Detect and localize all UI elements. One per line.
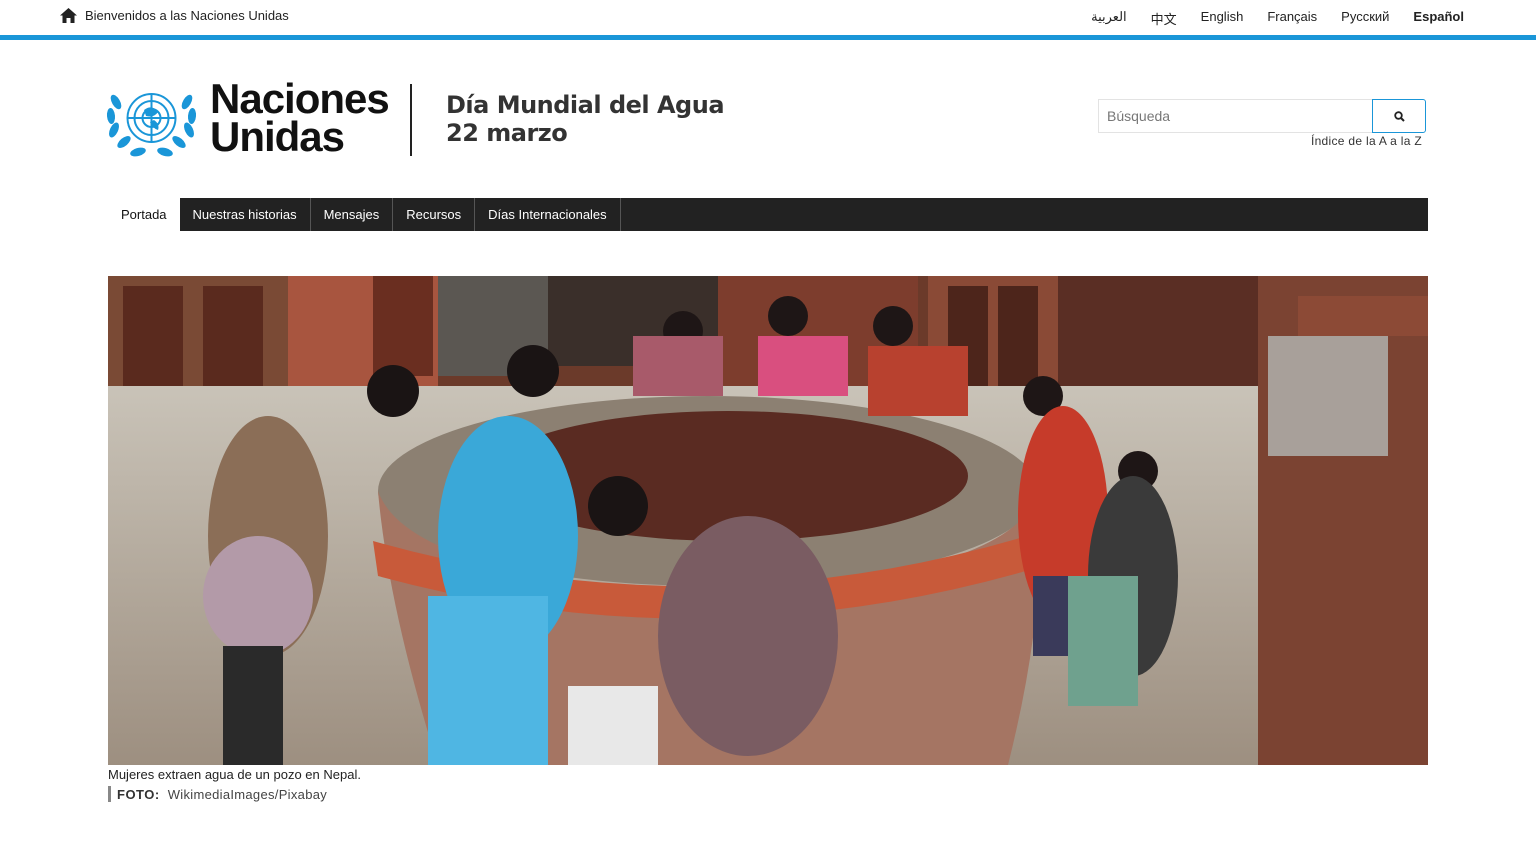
search-input[interactable]: [1098, 99, 1372, 133]
event-name: Día Mundial del Agua: [446, 91, 725, 119]
main-nav: Portada Nuestras historias Mensajes Recu…: [108, 198, 1428, 231]
event-title[interactable]: Día Mundial del Agua 22 marzo: [446, 91, 725, 147]
nav-item-portada[interactable]: Portada: [108, 198, 180, 231]
lang-french[interactable]: Français: [1267, 9, 1317, 28]
un-wordmark[interactable]: Naciones Unidas: [210, 78, 390, 160]
az-index-link[interactable]: Índice de la A a la Z: [1311, 134, 1422, 148]
photo-credit: FOTO: WikimediaImages/Pixabay: [108, 786, 327, 802]
hero-caption: Mujeres extraen agua de un pozo en Nepal…: [108, 767, 361, 782]
nav-item-mensajes[interactable]: Mensajes: [311, 198, 394, 231]
event-date: 22 marzo: [446, 119, 568, 147]
lang-chinese[interactable]: 中文: [1151, 9, 1177, 28]
lang-arabic[interactable]: العربية: [1091, 9, 1127, 28]
nav-item-historias[interactable]: Nuestras historias: [180, 198, 311, 231]
top-bar: Bienvenidos a las Naciones Unidas العربي…: [0, 0, 1536, 35]
search-icon: [1393, 110, 1405, 122]
nav-item-recursos[interactable]: Recursos: [393, 198, 476, 231]
language-switcher: العربية 中文 English Français Русский Espa…: [1091, 9, 1464, 28]
lang-russian[interactable]: Русский: [1341, 9, 1389, 28]
logo-line-2: Unidas: [210, 113, 345, 160]
nav-item-dias-internacionales[interactable]: Días Internacionales: [475, 198, 621, 231]
hero-image: [108, 276, 1428, 765]
credit-label: FOTO:: [117, 786, 160, 802]
lang-spanish[interactable]: Español: [1413, 9, 1464, 28]
home-icon: [60, 8, 77, 23]
un-emblem-icon[interactable]: [104, 80, 199, 160]
header-divider: [410, 84, 412, 156]
accent-bar: [0, 35, 1536, 40]
welcome-link[interactable]: Bienvenidos a las Naciones Unidas: [60, 8, 289, 23]
welcome-text: Bienvenidos a las Naciones Unidas: [85, 8, 289, 23]
lang-english[interactable]: English: [1201, 9, 1244, 28]
search-form: [1098, 99, 1426, 133]
search-button[interactable]: [1372, 99, 1426, 133]
credit-value: WikimediaImages/Pixabay: [167, 786, 328, 802]
